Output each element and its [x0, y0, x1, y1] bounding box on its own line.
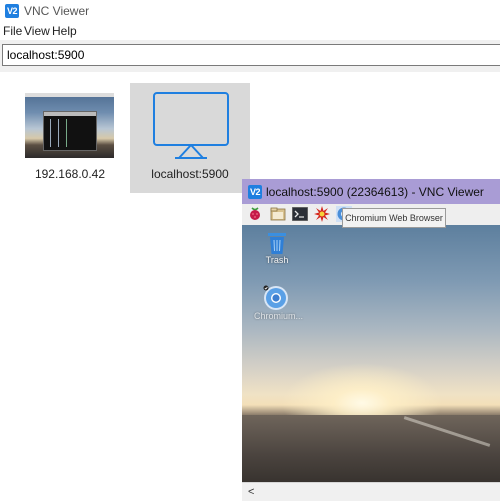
window-title: VNC Viewer [24, 4, 90, 18]
address-input[interactable] [2, 44, 500, 66]
desktop-item-label: Trash [265, 255, 289, 265]
menu-bar: File View Help [0, 24, 500, 40]
vnc-logo-icon: V2 [248, 185, 262, 199]
raspberry-menu-icon[interactable] [247, 206, 263, 222]
desktop-item-trash[interactable]: Trash [260, 231, 294, 265]
horizontal-scrollbar[interactable]: < [242, 482, 500, 501]
menu-view[interactable]: View [24, 24, 50, 38]
app-titlebar: V2 VNC Viewer [0, 0, 500, 22]
trash-icon [268, 233, 286, 254]
connection-label[interactable]: 192.168.0.42 [20, 167, 120, 181]
session-title: localhost:5900 (22364613) - VNC Viewer [266, 185, 484, 199]
chromium-icon [263, 285, 288, 310]
menu-file[interactable]: File [3, 24, 22, 38]
desktop-item-chromium[interactable]: Chromium... [254, 285, 303, 321]
file-manager-icon[interactable] [270, 206, 286, 222]
connection-thumbnail[interactable] [25, 93, 114, 158]
remote-desktop[interactable]: Trash Chromium... [242, 225, 500, 482]
scroll-left-icon[interactable]: < [248, 486, 254, 498]
desktop-item-label: Chromium... [254, 311, 304, 321]
burst-icon[interactable] [314, 206, 330, 222]
terminal-icon[interactable] [292, 206, 308, 222]
menu-help[interactable]: Help [52, 24, 77, 38]
tooltip: Chromium Web Browser [342, 208, 446, 228]
connection-label-selected[interactable]: localhost:5900 [130, 167, 250, 181]
session-titlebar[interactable]: V2 localhost:5900 (22364613) - VNC Viewe… [242, 179, 500, 204]
monitor-icon[interactable] [153, 92, 229, 160]
vnc-logo-icon: V2 [5, 4, 19, 18]
terminal-window-preview [43, 111, 97, 151]
